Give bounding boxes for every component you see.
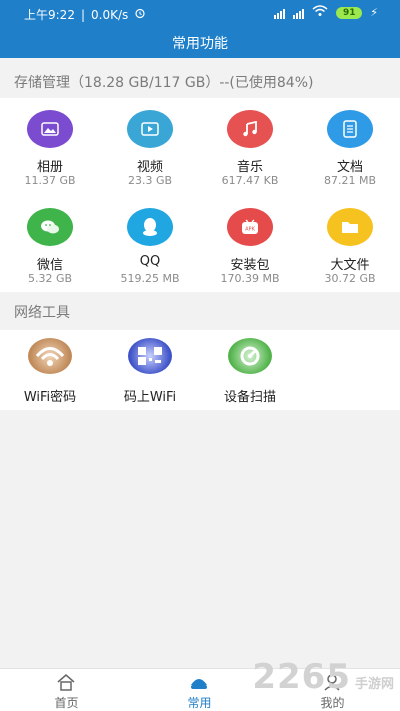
status-bar: 上午9:22 | 0.0K/s 91 ⚡ <box>0 0 400 26</box>
music-icon <box>227 110 273 148</box>
network-title: 网络工具 <box>14 305 70 321</box>
status-net-speed: 0.0K/s <box>91 7 129 22</box>
wechat-icon <box>27 208 73 246</box>
device-scan-icon <box>228 338 272 374</box>
nav-home[interactable]: 首页 <box>0 669 133 711</box>
bottom-nav: 首页 常用 我的 2265 手游网 <box>0 657 400 711</box>
qr-wifi-icon <box>128 338 172 374</box>
battery-indicator: 91 <box>336 6 363 19</box>
folder-icon <box>327 208 373 246</box>
storage-grid: 相册 11.37 GB 视频 23.3 GB 音乐 617.47 KB 文档 8… <box>0 98 400 292</box>
storage-item-size: 87.21 MB <box>323 174 377 187</box>
storage-item-label: 文档 <box>336 160 363 175</box>
signal-1-icon <box>274 7 286 19</box>
nav-common[interactable]: 常用 <box>133 669 266 711</box>
nav-label: 常用 <box>187 696 212 710</box>
storage-item-size: 23.3 GB <box>127 174 173 187</box>
storage-item-size: 30.72 GB <box>324 272 376 285</box>
svg-text:APK: APK <box>245 227 255 233</box>
storage-item-label: QQ <box>139 254 161 269</box>
network-item-label: 设备扫描 <box>223 390 276 405</box>
status-time: 上午9:22 <box>24 8 75 22</box>
storage-item-label: 安装包 <box>230 258 270 273</box>
storage-item-label: 音乐 <box>236 160 263 175</box>
header: 上午9:22 | 0.0K/s 91 ⚡ 常用功能 <box>0 0 400 58</box>
storage-item-video[interactable]: 视频 23.3 GB <box>100 98 200 196</box>
network-item-label: WiFi密码 <box>23 390 77 405</box>
page-title: 常用功能 <box>172 36 228 52</box>
nav-label: 首页 <box>54 696 79 710</box>
app-root: 上午9:22 | 0.0K/s 91 ⚡ 常用功能 存储管理（18.28 GB/… <box>0 0 400 711</box>
storage-item-size: 5.32 GB <box>27 272 73 285</box>
signal-2-icon <box>293 7 305 19</box>
network-item-wifi-password[interactable]: WiFi密码 <box>0 330 100 410</box>
storage-item-size: 170.39 MB <box>220 272 280 285</box>
storage-item-label: 视频 <box>136 160 163 175</box>
watermark-text: 手游网 <box>354 677 394 692</box>
storage-item-album[interactable]: 相册 11.37 GB <box>0 98 100 196</box>
common-icon <box>191 679 207 689</box>
qq-icon <box>127 208 173 246</box>
storage-item-wechat[interactable]: 微信 5.32 GB <box>0 196 100 294</box>
storage-item-docs[interactable]: 文档 87.21 MB <box>300 98 400 196</box>
storage-item-qq[interactable]: QQ 519.25 MB <box>100 196 200 294</box>
storage-title: 存储管理（18.28 GB/117 GB）--(已使用84%) <box>14 75 314 91</box>
storage-item-label: 大文件 <box>330 258 370 273</box>
watermark-number: 2265 <box>252 657 351 697</box>
video-icon <box>127 110 173 148</box>
network-item-label: 码上WiFi <box>123 390 177 405</box>
alarm-icon <box>134 7 146 22</box>
storage-item-size: 617.47 KB <box>221 174 279 187</box>
storage-item-apk[interactable]: APK 安装包 170.39 MB <box>200 196 300 294</box>
network-item-qr-wifi[interactable]: 码上WiFi <box>100 330 200 410</box>
photo-album-icon <box>27 110 73 148</box>
storage-item-music[interactable]: 音乐 617.47 KB <box>200 98 300 196</box>
status-right: 91 ⚡ <box>274 5 378 20</box>
storage-item-label: 微信 <box>36 258 63 273</box>
status-separator: | <box>80 7 85 22</box>
wifi-icon <box>312 5 328 20</box>
storage-item-label: 相册 <box>36 160 63 175</box>
storage-item-size: 11.37 GB <box>24 174 76 187</box>
charging-icon: ⚡ <box>370 6 378 19</box>
storage-item-large-files[interactable]: 大文件 30.72 GB <box>300 196 400 294</box>
home-icon <box>57 674 75 691</box>
watermark-logo: 2265 手游网 <box>252 657 394 697</box>
network-item-device-scan[interactable]: 设备扫描 <box>200 330 300 410</box>
storage-item-size: 519.25 MB <box>120 272 180 285</box>
document-icon <box>327 110 373 148</box>
network-grid: WiFi密码 码上WiFi 设备扫描 <box>0 330 400 410</box>
wifi-password-icon <box>28 338 72 374</box>
apk-icon: APK <box>227 208 273 246</box>
status-left: 上午9:22 | 0.0K/s <box>24 6 146 23</box>
